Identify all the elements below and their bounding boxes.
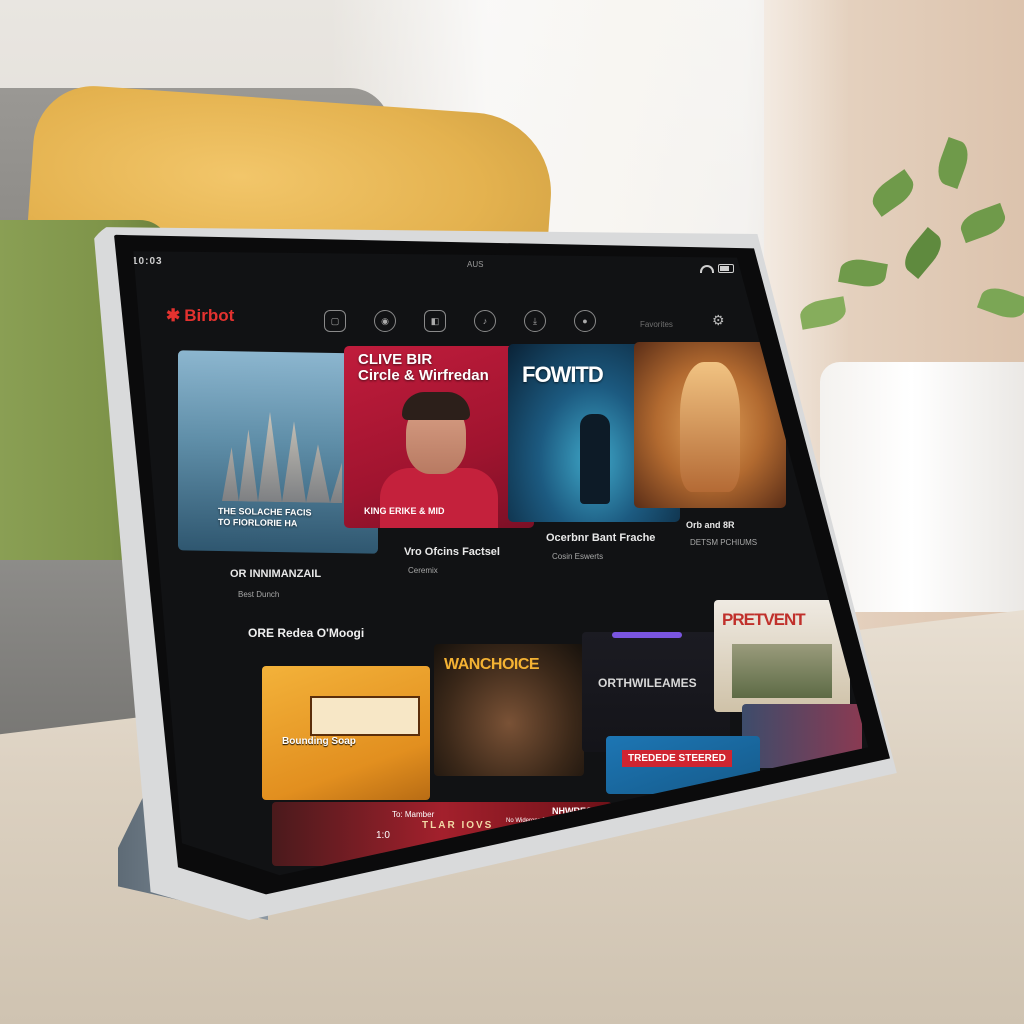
featured-caption-1[interactable]: OR INNIMANZAIL	[230, 568, 321, 580]
tile-title: Bounding Soap	[282, 736, 356, 747]
featured-caption-2[interactable]: Vro Ofcins Factsel	[404, 546, 500, 558]
wifi-icon	[700, 265, 714, 273]
poster-title: FOWITD	[522, 362, 604, 387]
app-logo[interactable]: ✱ Birbot	[166, 306, 234, 326]
poster-art	[222, 411, 342, 503]
status-center-label: AUS	[467, 260, 484, 269]
featured-sub-4: DETSM PCHIUMS	[690, 538, 758, 547]
status-icons	[700, 264, 734, 276]
tile-title: WANCHOICE	[444, 656, 540, 673]
poster-subtitle: KING ERIKE & MID	[364, 506, 445, 516]
poster-art	[402, 392, 470, 420]
app-logo-text: Birbot	[184, 306, 235, 325]
nav-bar: ▢ ◉ ◧ ♪ ⤓ ●	[324, 310, 596, 332]
tile-title: PRETVENT	[722, 610, 806, 629]
poster-title: CLIVE BIR Circle & Wirfredan	[358, 351, 489, 384]
row-tile-2[interactable]: WANCHOICE	[434, 644, 584, 776]
settings-icon[interactable]: ⚙	[712, 312, 725, 329]
poster-art	[580, 414, 610, 504]
tile-glow	[612, 632, 682, 638]
tile-title: ORTHWILEAMES	[598, 676, 697, 690]
featured-caption-4[interactable]: Orb and 8R	[686, 520, 735, 530]
row-tile-4[interactable]: PRETVENT	[714, 600, 850, 712]
featured-poster-2[interactable]: CLIVE BIR Circle & Wirfredan KING ERIKE …	[344, 346, 534, 528]
home-icon[interactable]: ▢	[324, 310, 346, 332]
row-tile-1[interactable]: Bounding Soap	[262, 666, 430, 800]
music-icon[interactable]: ♪	[474, 310, 496, 332]
featured-sub-3: Cosin Eswerts	[552, 552, 604, 561]
tile-small-text: To: Mamber	[392, 810, 435, 819]
nav-favorites-link[interactable]: Favorites	[640, 320, 673, 329]
row-title: ORE Redea O'Moogi	[248, 626, 365, 640]
poster-art	[680, 362, 740, 492]
movies-icon[interactable]: ◉	[374, 310, 396, 332]
tile-time: 1:0	[376, 830, 390, 841]
featured-poster-4[interactable]	[634, 342, 786, 508]
tile-title: TLAR IOVS	[422, 820, 494, 831]
plant-pot	[820, 362, 1024, 612]
poster-art	[380, 468, 498, 528]
battery-icon	[718, 264, 734, 273]
status-time: 10:03	[132, 256, 163, 267]
download-icon[interactable]: ⤓	[524, 310, 546, 332]
row-tile-3[interactable]: ORTHWILEAMES	[582, 632, 730, 752]
star-icon: ✱	[166, 306, 181, 325]
tile-art	[310, 696, 420, 736]
featured-sub-2: Ceremix	[408, 566, 438, 575]
profile-icon[interactable]: ●	[574, 310, 596, 332]
poster-title: THE SOLACHE FACIS TO FIORLORIE HA	[218, 505, 312, 529]
tile-title: TREDEDE STEERED	[622, 750, 732, 767]
series-icon[interactable]: ◧	[424, 310, 446, 332]
featured-caption-3[interactable]: Ocerbnr Bant Frache	[546, 532, 655, 544]
tile-art	[732, 644, 832, 698]
featured-sub-1: Best Dunch	[238, 590, 280, 599]
